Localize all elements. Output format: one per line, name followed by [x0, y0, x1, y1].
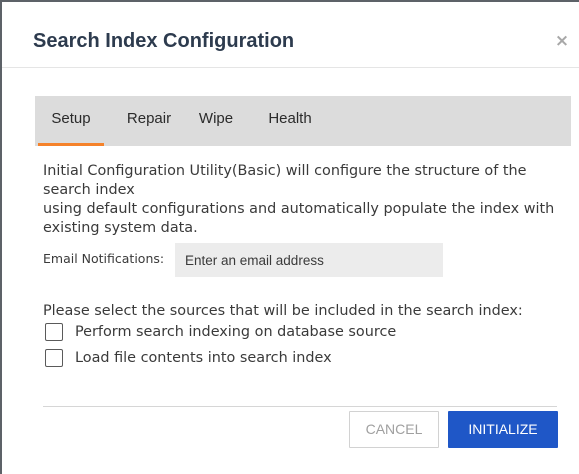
file-contents-checkbox[interactable] — [45, 349, 63, 367]
intro-text-line: Initial Configuration Utility(Basic) wil… — [43, 163, 527, 179]
intro-text-line: using default configurations and automat… — [43, 201, 555, 217]
tab-wipe[interactable]: Wipe — [193, 96, 239, 146]
source-option-label: Perform search indexing on database sour… — [75, 324, 397, 340]
search-index-config-dialog: Search Index Configuration × Setup Repai… — [0, 0, 579, 474]
dialog-header: Search Index Configuration × — [2, 2, 579, 68]
tab-repair[interactable]: Repair — [121, 96, 177, 146]
intro-text-line: search index — [43, 182, 135, 198]
tab-setup[interactable]: Setup — [38, 96, 104, 146]
intro-text-line: existing system data. — [43, 220, 198, 236]
cancel-button[interactable]: CANCEL — [349, 411, 439, 448]
dialog-title: Search Index Configuration — [33, 30, 295, 52]
source-option-label: Load file contents into search index — [75, 350, 332, 366]
close-icon[interactable]: × — [553, 30, 571, 52]
email-field[interactable] — [175, 243, 443, 277]
email-notifications-label: Email Notifications: — [43, 251, 165, 266]
initialize-button[interactable]: INITIALIZE — [448, 411, 558, 448]
database-source-checkbox[interactable] — [45, 323, 63, 341]
tab-bar: Setup Repair Wipe Health — [35, 96, 571, 146]
tab-health[interactable]: Health — [260, 96, 320, 146]
footer-divider — [43, 406, 557, 407]
sources-title: Please select the sources that will be i… — [43, 303, 523, 319]
